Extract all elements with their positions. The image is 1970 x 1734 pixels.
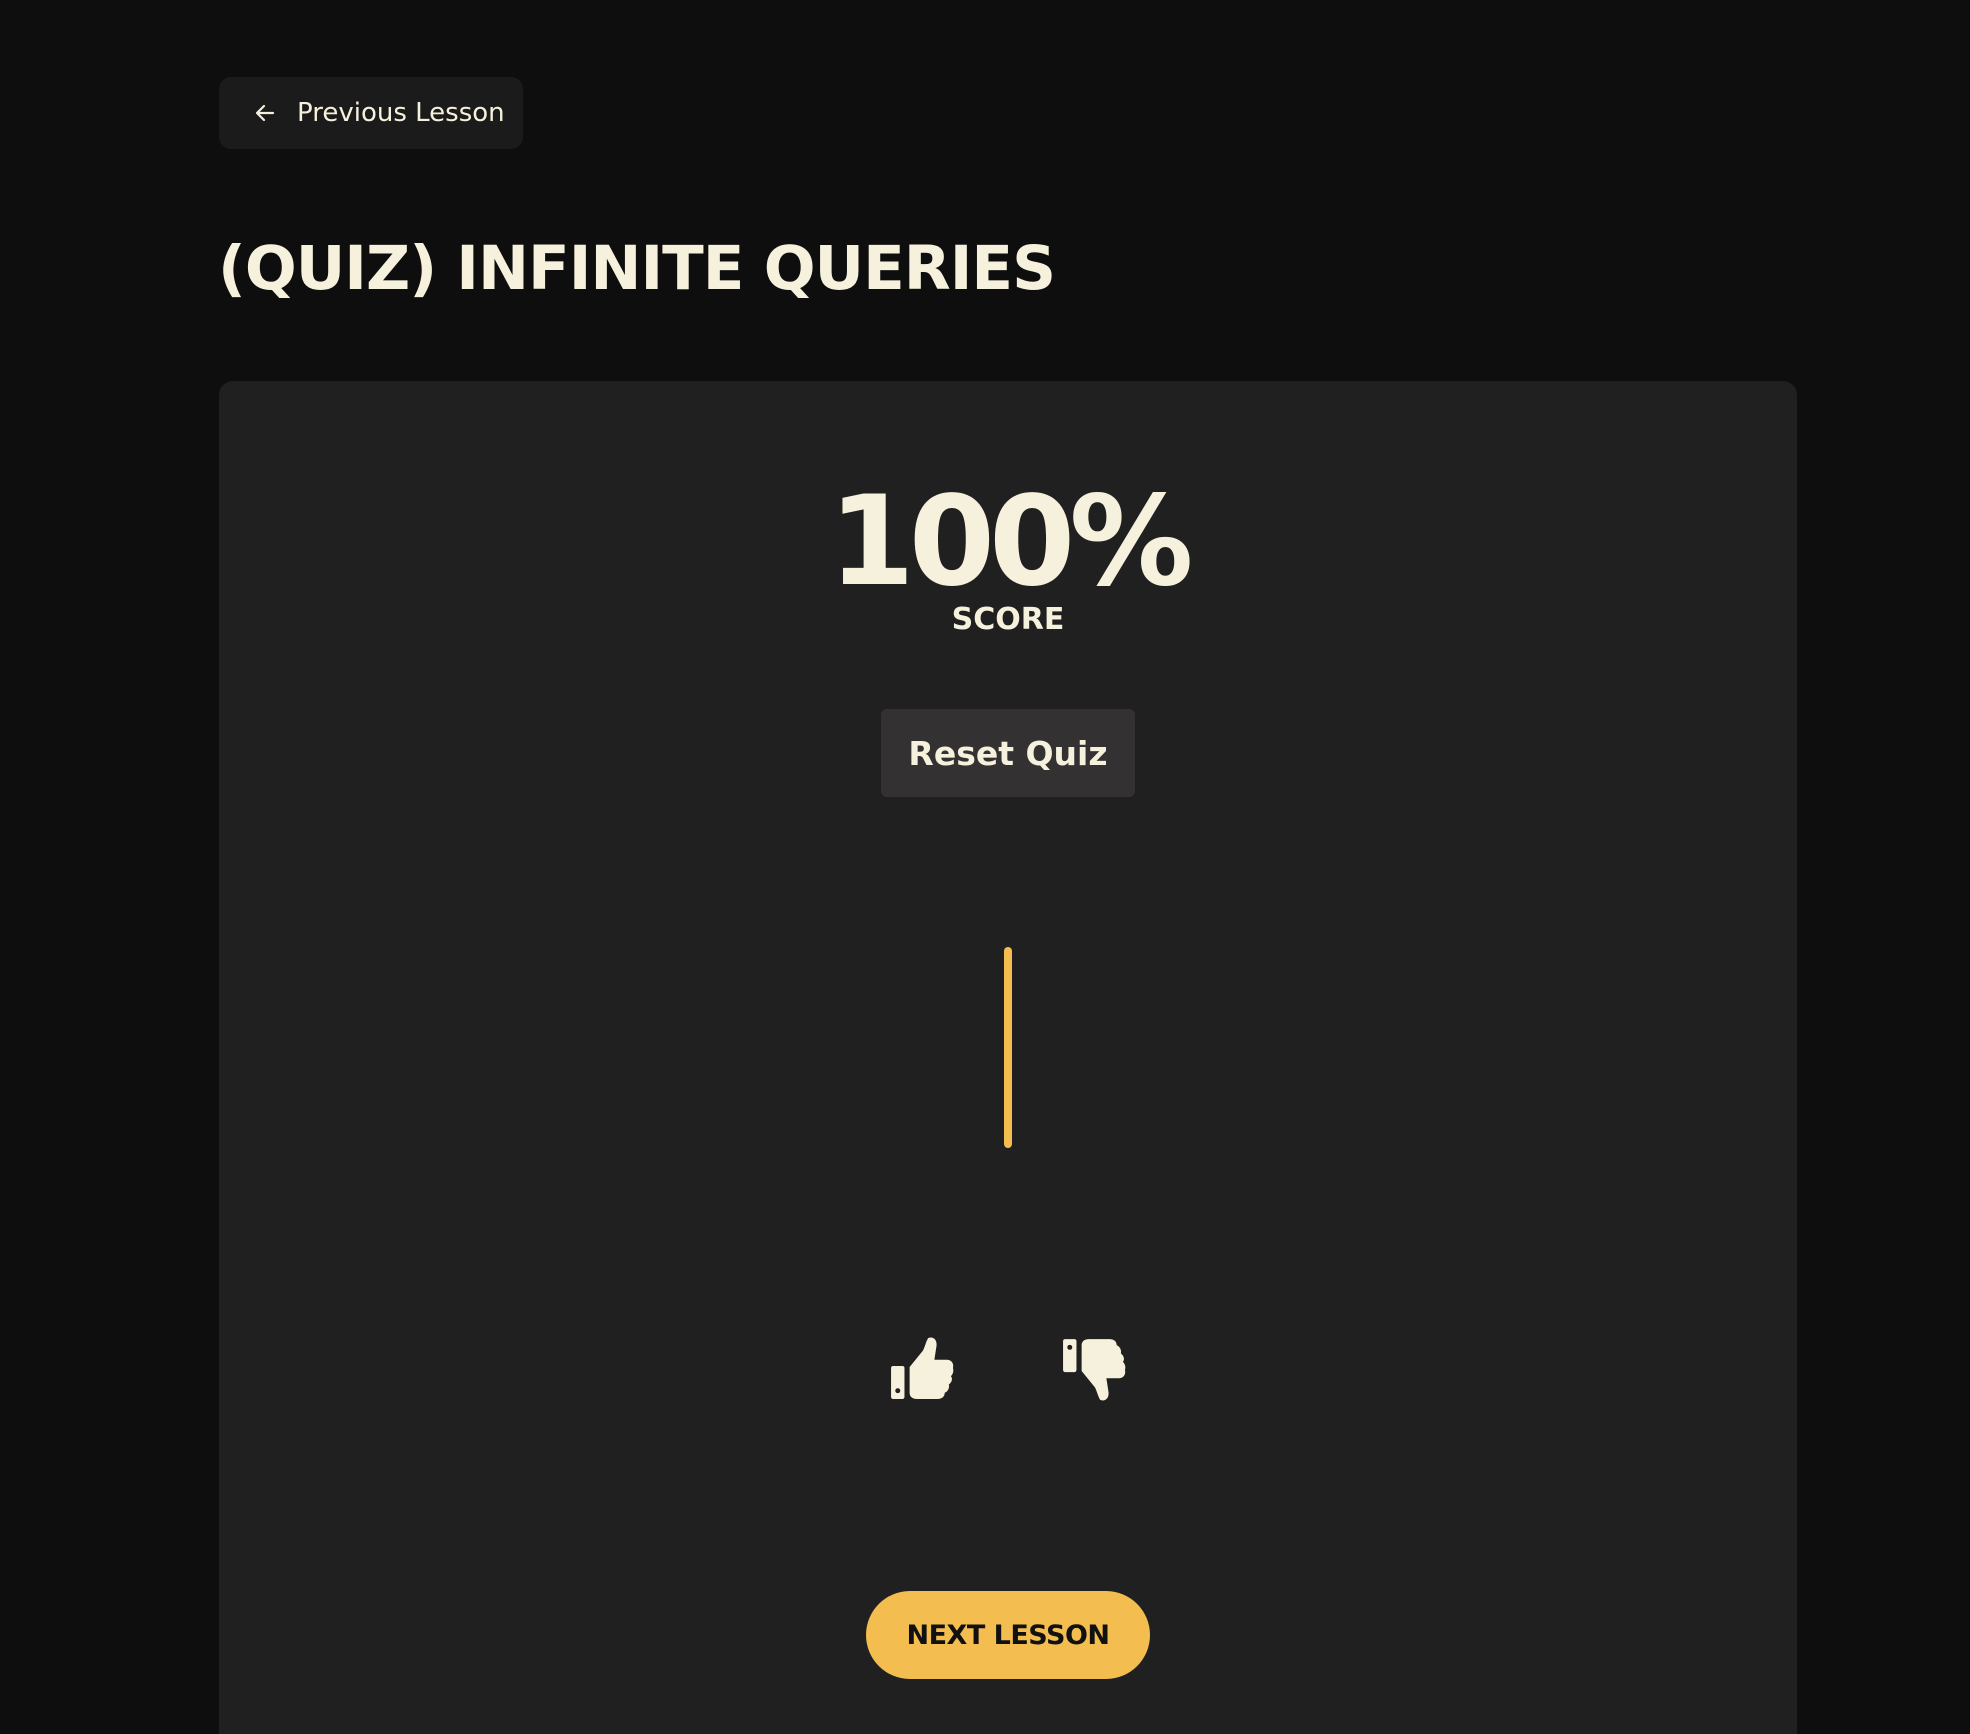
page-title: (QUIZ) INFINITE QUERIES [218,233,1056,304]
thumbs-down-icon[interactable] [1061,1337,1127,1403]
previous-lesson-button[interactable]: Previous Lesson [219,77,523,149]
next-lesson-button[interactable]: NEXT LESSON [866,1591,1150,1679]
thumbs-up-icon[interactable] [889,1335,955,1401]
quiz-card: 100% SCORE Reset Quiz NEXT LESSON [219,381,1797,1734]
previous-lesson-label: Previous Lesson [297,98,505,128]
score-value: 100% [828,470,1193,614]
page: Previous Lesson (QUIZ) INFINITE QUERIES … [0,0,1970,1734]
arrow-left-icon [255,104,275,122]
score-label: SCORE [951,602,1065,637]
vertical-accent-bar [1004,947,1012,1148]
reset-quiz-button[interactable]: Reset Quiz [881,709,1135,797]
